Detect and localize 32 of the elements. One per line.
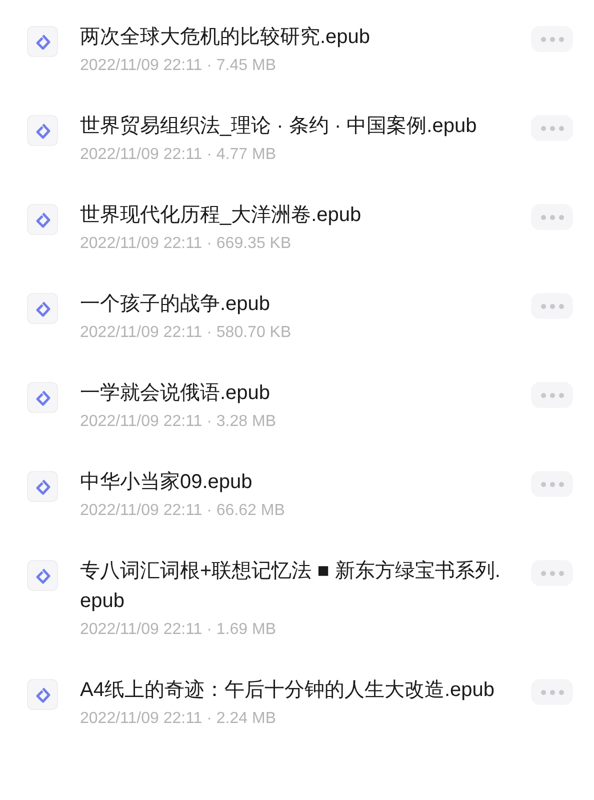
file-name[interactable]: 两次全球大危机的比较研究.epub [80, 22, 505, 52]
file-name[interactable]: A4纸上的奇迹：午后十分钟的人生大改造.epub [80, 675, 505, 705]
epub-file-icon [27, 26, 58, 57]
file-meta: 2022/11/09 22:11 · 4.77 MB [80, 145, 277, 165]
file-meta: 2022/11/09 22:11 · 1.69 MB [80, 620, 277, 640]
epub-file-icon [27, 204, 58, 235]
file-meta: 2022/11/09 22:11 · 7.45 MB [80, 56, 277, 76]
more-button[interactable] [531, 382, 573, 408]
more-button[interactable] [531, 293, 573, 319]
more-button[interactable] [531, 679, 573, 705]
epub-file-icon [27, 115, 58, 146]
file-name[interactable]: 世界贸易组织法_理论 · 条约 · 中国案例.epub [80, 111, 505, 141]
file-name[interactable]: 专八词汇词根+联想记忆法 ■ 新东方绿宝书系列.epub [80, 556, 505, 616]
file-name[interactable]: 一个孩子的战争.epub [80, 289, 505, 319]
file-name[interactable]: 世界现代化历程_大洋洲卷.epub [80, 200, 505, 230]
file-meta: 2022/11/09 22:11 · 580.70 KB [80, 323, 292, 343]
epub-file-icon [27, 293, 58, 324]
file-name[interactable]: 一学就会说俄语.epub [80, 378, 505, 408]
epub-file-icon [27, 560, 58, 591]
more-button[interactable] [531, 471, 573, 497]
file-name[interactable]: 中华小当家09.epub [80, 467, 505, 497]
epub-file-icon [27, 382, 58, 413]
more-button[interactable] [531, 560, 573, 586]
epub-file-icon [27, 679, 58, 710]
file-meta: 2022/11/09 22:11 · 3.28 MB [80, 412, 277, 432]
more-button[interactable] [531, 115, 573, 141]
file-meta: 2022/11/09 22:11 · 2.24 MB [80, 709, 277, 729]
file-meta: 2022/11/09 22:11 · 66.62 MB [80, 501, 286, 521]
file-meta: 2022/11/09 22:11 · 669.35 KB [80, 234, 292, 254]
epub-file-icon [27, 471, 58, 502]
more-button[interactable] [531, 26, 573, 52]
more-button[interactable] [531, 204, 573, 230]
